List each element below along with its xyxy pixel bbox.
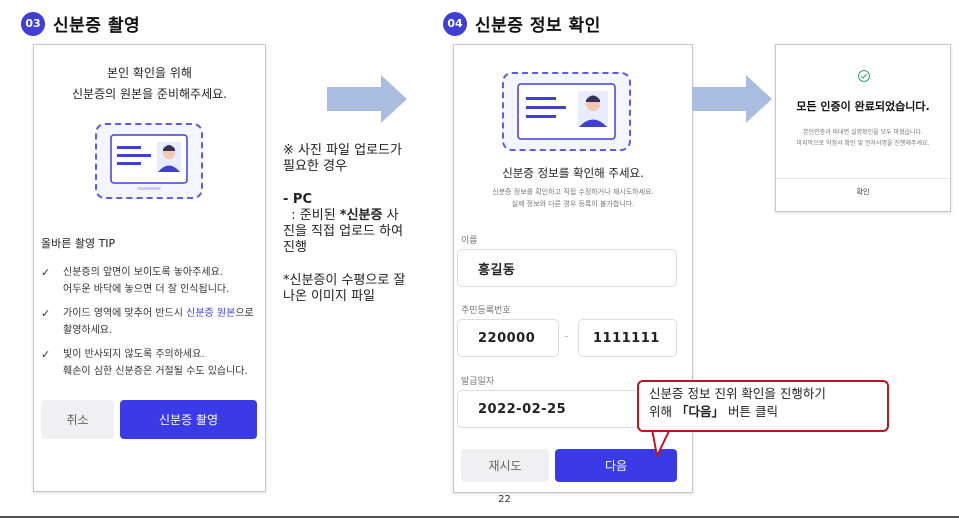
tip-item: ✓ 가이드 영역에 맞추어 반드시 신분증 원본으로 촬영하세요. [41, 305, 263, 339]
tip-item: ✓ 빛이 반사되지 않도록 주의하세요. 훼손이 심한 신분증은 거절될 수도 … [41, 346, 263, 380]
name-field[interactable]: 홍길동 [457, 249, 677, 287]
issue-date-label: 발급일자 [461, 377, 495, 387]
callout-line: 위해 「다음」 버튼 클릭 [649, 403, 877, 421]
step-number-badge: 04 [443, 11, 467, 36]
capture-heading-line1: 본인 확인을 위해 [107, 66, 192, 80]
id-capture-screen: 본인 확인을 위해 신분증의 원본을 준비해주세요. 올바른 촬영 TIP ✓ … [33, 44, 266, 492]
page-number: 22 [498, 494, 511, 505]
subtext-line: 실제 정보와 다른 경우 등록이 불가합니다. [511, 200, 635, 208]
message-line: 마지막으로 약정서 확인 및 전자서명을 진행해주세요. [796, 140, 930, 147]
next-step-arrow-icon [327, 75, 407, 123]
check-icon: ✓ [41, 266, 51, 279]
verification-complete-screen: 모든 인증이 완료되었습니다. 본인인증과 비대면 실명확인을 모두 마쳤습니다… [775, 44, 951, 212]
capture-heading: 본인 확인을 위해 신분증의 원본을 준비해주세요. [34, 63, 265, 105]
step-4-header: 04 신분증 정보 확인 [443, 11, 601, 36]
tip-highlight: 신분증 원본 [186, 308, 236, 319]
callout-bold: 「다음」 [675, 404, 724, 419]
divider [776, 178, 950, 179]
callout-pointer [651, 428, 671, 457]
note-line: 진을 직접 업로드 하여 [283, 224, 404, 239]
tip-item: ✓ 신분증의 앞면이 보이도록 놓아주세요. 어두운 바닥에 놓으면 더 잘 인… [41, 264, 261, 298]
note-text: : 준비된 [283, 208, 340, 223]
name-label: 이름 [461, 236, 478, 246]
capture-heading-line2: 신분증의 원본을 준비해주세요. [72, 87, 227, 101]
confirm-heading: 신분증 정보를 확인해 주세요. [502, 166, 644, 180]
id-card-illustration-icon [95, 123, 203, 199]
note-line: *신분증이 수평으로 잘 [283, 273, 406, 288]
rrn-back-field[interactable]: 1111111 [578, 319, 677, 357]
footer-divider [0, 516, 959, 518]
note-line: ※ 사진 파일 업로드가 [283, 143, 402, 158]
id-card-illustration-icon [502, 72, 631, 151]
capture-id-button[interactable]: 신분증 촬영 [120, 400, 257, 439]
step-title: 신분증 촬영 [53, 16, 141, 36]
retry-button[interactable]: 재시도 [461, 449, 549, 482]
check-icon: ✓ [41, 348, 51, 361]
next-step-arrow-icon [692, 75, 772, 123]
tip-text: 가이드 영역에 맞추어 반드시 신분증 원본으로 [63, 305, 263, 322]
rrn-front-field[interactable]: 220000 [457, 319, 559, 357]
tip-text: 촬영하세요. [63, 325, 113, 336]
check-icon: ✓ [41, 307, 51, 320]
step-3-header: 03 신분증 촬영 [21, 11, 140, 36]
callout-text: 버튼 클릭 [724, 404, 778, 419]
cancel-button[interactable]: 취소 [41, 400, 114, 439]
confirm-button[interactable]: 확인 [776, 187, 950, 197]
tip-text: 훼손이 심한 신분증은 거절될 수도 있습니다. [63, 366, 248, 377]
note-bold: *신분증 [339, 208, 383, 223]
tip-text-part: 가이드 영역에 맞추어 반드시 [63, 308, 187, 319]
step-number-badge: 03 [21, 11, 45, 36]
step-title: 신분증 정보 확인 [475, 16, 601, 36]
rrn-separator: - [564, 329, 569, 344]
tip-text: 빛이 반사되지 않도록 주의하세요. [63, 349, 205, 360]
instruction-callout: 신분증 정보 진위 확인을 진행하기 위해 「다음」 버튼 클릭 [637, 380, 889, 432]
callout-line: 신분증 정보 진위 확인을 진행하기 [649, 386, 826, 401]
callout-text: 위해 [649, 404, 676, 419]
confirm-subtext: 신분증 정보를 확인하고 직접 수정하거나 재시도하세요. 실제 정보와 다른 … [454, 186, 692, 210]
tip-text-part: 으로 [235, 308, 254, 319]
note-line: 필요한 경우 [283, 159, 347, 174]
note-line: : 준비된 *신분증 사 [283, 208, 448, 224]
tip-text: 어두운 바닥에 놓으면 더 잘 인식됩니다. [63, 284, 230, 295]
upload-note: ※ 사진 파일 업로드가 필요한 경우 - PC : 준비된 *신분증 사 진을… [283, 143, 448, 305]
rrn-label: 주민등록번호 [461, 306, 511, 316]
note-text: 사 [382, 208, 399, 223]
note-line: 진행 [283, 240, 307, 255]
message-line: 본인인증과 비대면 실명확인을 모두 마쳤습니다. [803, 129, 923, 136]
subtext-line: 신분증 정보를 확인하고 직접 수정하거나 재시도하세요. [492, 188, 654, 196]
check-circle-icon [858, 70, 870, 82]
tip-text: 신분증의 앞면이 보이도록 놓아주세요. [63, 267, 223, 278]
complete-title: 모든 인증이 완료되었습니다. [796, 100, 930, 113]
note-line: 나온 이미지 파일 [283, 289, 375, 304]
note-pc-title: - PC [283, 192, 312, 207]
tip-title: 올바른 촬영 TIP [41, 237, 116, 250]
complete-message: 본인인증과 비대면 실명확인을 모두 마쳤습니다. 마지막으로 약정서 확인 및… [776, 127, 950, 149]
